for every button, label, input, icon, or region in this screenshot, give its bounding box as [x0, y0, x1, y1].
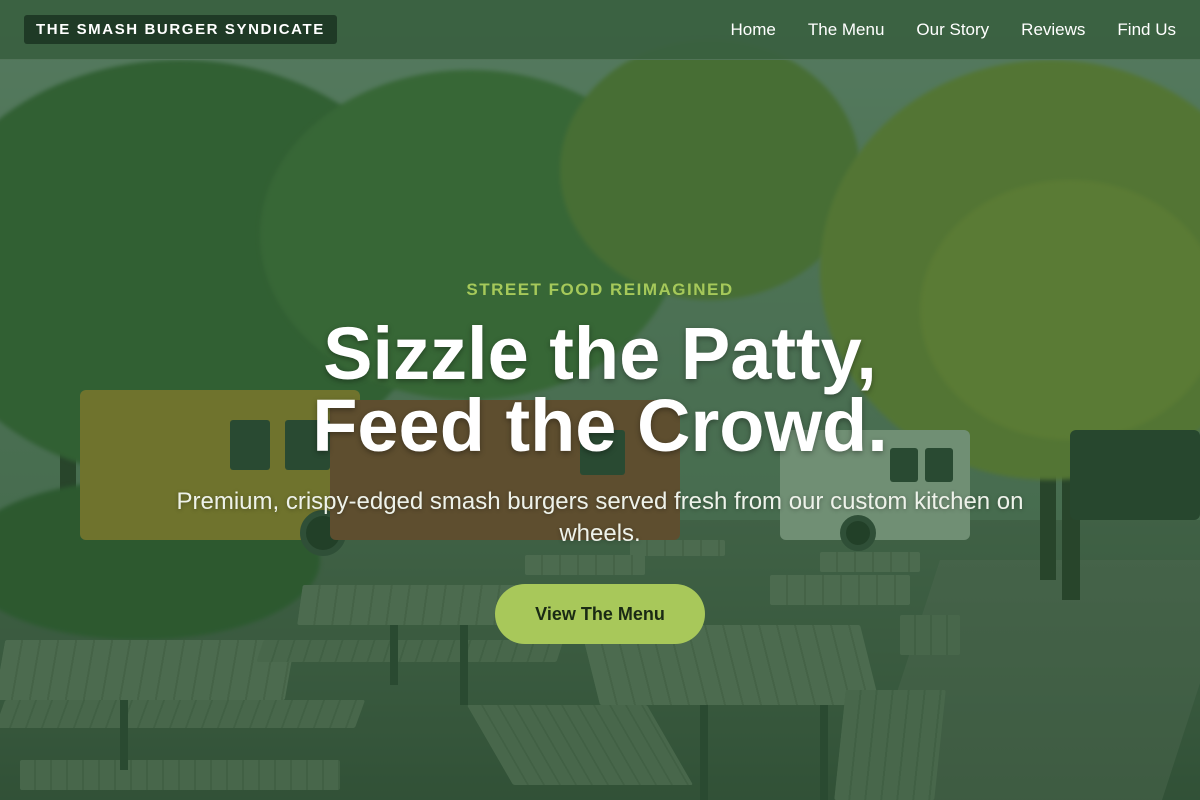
- hero-eyebrow: STREET FOOD REIMAGINED: [466, 280, 734, 299]
- view-menu-button[interactable]: View The Menu: [495, 584, 705, 644]
- site-header: THE SMASH BURGER SYNDICATE Home The Menu…: [0, 0, 1200, 60]
- page: THE SMASH BURGER SYNDICATE Home The Menu…: [0, 0, 1200, 800]
- hero-headline-line-2: Feed the Crowd.: [312, 384, 888, 467]
- nav-link-reviews[interactable]: Reviews: [1021, 20, 1085, 40]
- main-nav: Home The Menu Our Story Reviews Find Us: [731, 20, 1176, 40]
- nav-link-home[interactable]: Home: [731, 20, 776, 40]
- nav-link-our-story[interactable]: Our Story: [916, 20, 989, 40]
- brand-logo[interactable]: THE SMASH BURGER SYNDICATE: [24, 15, 337, 44]
- nav-link-the-menu[interactable]: The Menu: [808, 20, 885, 40]
- hero-section: STREET FOOD REIMAGINED Sizzle the Patty,…: [0, 60, 1200, 800]
- hero-headline-line-1: Sizzle the Patty,: [323, 312, 877, 395]
- nav-link-find-us[interactable]: Find Us: [1117, 20, 1176, 40]
- hero-subtitle: Premium, crispy-edged smash burgers serv…: [176, 488, 1024, 547]
- hero-headline: Sizzle the Patty, Feed the Crowd.: [312, 312, 888, 467]
